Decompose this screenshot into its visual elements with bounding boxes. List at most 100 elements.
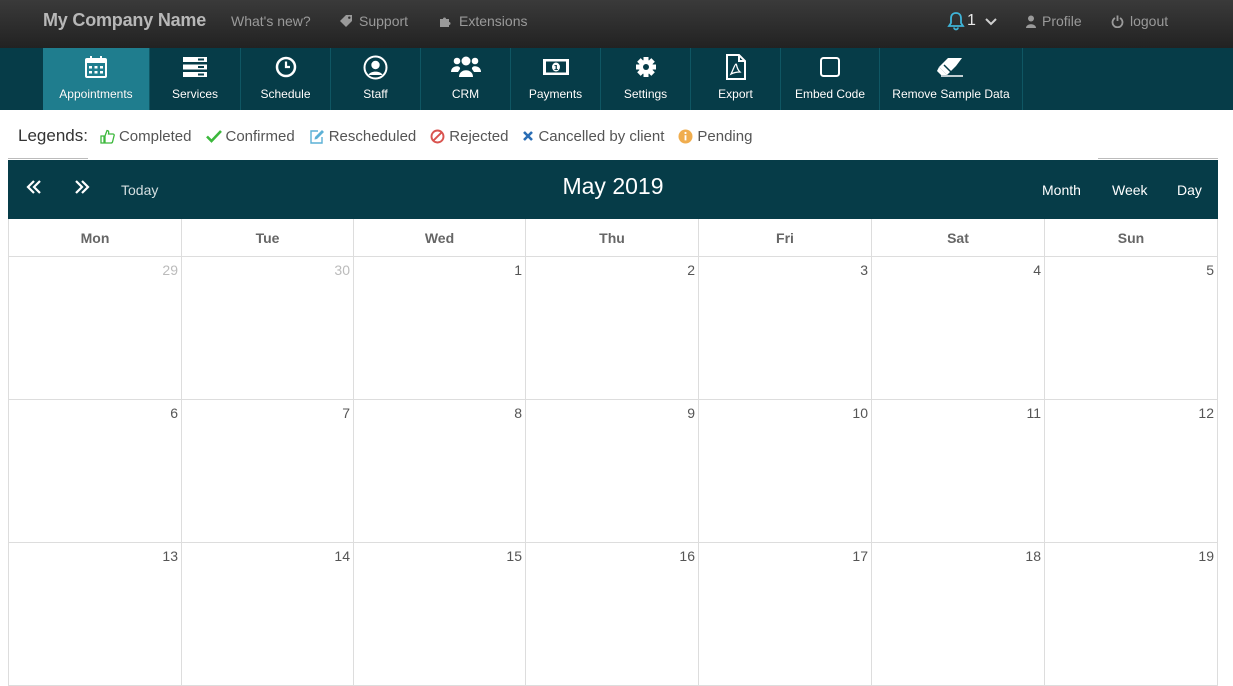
day-cell[interactable]: 11 [872, 400, 1045, 542]
day-cell[interactable]: 12 [1045, 400, 1218, 542]
whats-new-link[interactable]: What's new? [231, 13, 311, 29]
money-icon: 1 [542, 59, 569, 75]
nav-services[interactable]: Services [150, 48, 241, 110]
day-cell[interactable]: 13 [9, 543, 182, 685]
nav-schedule[interactable]: Schedule [241, 48, 331, 110]
view-month-button[interactable]: Month [1042, 182, 1081, 198]
weekday-header-sun: Sun [1045, 219, 1218, 256]
nav-schedule-label: Schedule [260, 87, 311, 101]
day-number[interactable]: 9 [687, 405, 695, 421]
day-number[interactable]: 30 [334, 262, 350, 278]
day-cell[interactable]: 10 [699, 400, 872, 542]
profile-link[interactable]: Profile [1026, 13, 1082, 29]
nav-remove-sample-data[interactable]: Remove Sample Data [880, 48, 1023, 110]
nav-appointments[interactable]: Appointments [43, 48, 150, 110]
day-cell[interactable]: 5 [1045, 257, 1218, 399]
day-cell[interactable]: 3 [699, 257, 872, 399]
day-cell[interactable]: 6 [9, 400, 182, 542]
legend-rescheduled: Rescheduled [309, 128, 416, 145]
nav-services-label: Services [171, 87, 218, 101]
day-number[interactable]: 1 [514, 262, 522, 278]
day-number[interactable]: 8 [514, 405, 522, 421]
legend-cancelled-by-client: Cancelled by client [522, 128, 664, 145]
day-number[interactable]: 2 [687, 262, 695, 278]
nav-staff-label: Staff [363, 87, 388, 101]
notifications-dropdown[interactable]: 1 [947, 11, 998, 31]
clock-icon [275, 56, 296, 78]
nav-appointments-label: Appointments [59, 87, 133, 101]
nav-staff[interactable]: Staff [331, 48, 421, 110]
day-number[interactable]: 29 [162, 262, 178, 278]
calendar-icon [85, 56, 107, 78]
day-number[interactable]: 16 [679, 548, 695, 564]
day-cell[interactable]: 16 [526, 543, 699, 685]
svg-text:1: 1 [553, 64, 558, 72]
day-number[interactable]: 17 [852, 548, 868, 564]
company-name[interactable]: My Company Name [43, 10, 206, 31]
day-number[interactable]: 5 [1206, 262, 1214, 278]
logout-link[interactable]: logout [1111, 13, 1168, 29]
top-bar: My Company Name What's new? Support Exte… [0, 0, 1233, 48]
day-cell[interactable]: 15 [354, 543, 526, 685]
user-circle-icon [363, 55, 388, 79]
day-cell[interactable]: 2 [526, 257, 699, 399]
nav-export[interactable]: Export [691, 48, 781, 110]
nav-payments[interactable]: 1 Payments [511, 48, 601, 110]
weekday-header-mon: Mon [9, 219, 182, 256]
day-number[interactable]: 6 [170, 405, 178, 421]
day-number[interactable]: 14 [334, 548, 350, 564]
prev-month-button[interactable] [26, 179, 42, 200]
day-cell[interactable]: 14 [182, 543, 354, 685]
day-cell[interactable]: 29 [9, 257, 182, 399]
day-cell[interactable]: 1 [354, 257, 526, 399]
view-day-button[interactable]: Day [1177, 182, 1202, 198]
day-number[interactable]: 11 [1026, 405, 1041, 421]
day-cell[interactable]: 18 [872, 543, 1045, 685]
nav-remove-sample-data-label: Remove Sample Data [892, 87, 1010, 101]
calendar-header: Today May 2019 Month Week Day [8, 160, 1218, 219]
day-number[interactable]: 10 [852, 405, 868, 421]
support-link[interactable]: Support [339, 13, 408, 29]
day-cell[interactable]: 8 [354, 400, 526, 542]
next-month-button[interactable] [74, 179, 90, 200]
day-cell[interactable]: 17 [699, 543, 872, 685]
day-number[interactable]: 4 [1033, 262, 1041, 278]
legend-confirmed-label: Confirmed [225, 127, 295, 145]
eraser-icon [937, 58, 963, 77]
view-week-button[interactable]: Week [1112, 182, 1148, 198]
extensions-link[interactable]: Extensions [439, 13, 527, 29]
day-cell[interactable]: 9 [526, 400, 699, 542]
day-number[interactable]: 12 [1198, 405, 1214, 421]
calendar-title: May 2019 [562, 173, 664, 199]
day-number[interactable]: 13 [162, 548, 178, 564]
day-number[interactable]: 15 [506, 548, 522, 564]
extensions-label: Extensions [459, 13, 528, 29]
pdf-file-icon [725, 54, 746, 80]
day-cell[interactable]: 30 [182, 257, 354, 399]
day-cell[interactable]: 7 [182, 400, 354, 542]
chevron-down-icon [985, 18, 997, 26]
notifications-count: 1 [967, 12, 976, 29]
day-number[interactable]: 7 [342, 405, 350, 421]
week-row: 13 14 15 16 17 18 19 [9, 543, 1218, 686]
day-cell[interactable]: 4 [872, 257, 1045, 399]
profile-label: Profile [1042, 13, 1082, 29]
tag-icon [340, 15, 352, 27]
day-cell[interactable]: 19 [1045, 543, 1218, 685]
today-button[interactable]: Today [121, 182, 158, 198]
double-chevron-right-icon [75, 180, 90, 194]
nav-settings[interactable]: Settings [601, 48, 691, 110]
user-icon [1026, 15, 1036, 28]
nav-crm[interactable]: CRM [421, 48, 511, 110]
legend-pending-label: Pending [697, 127, 753, 145]
day-number[interactable]: 19 [1198, 548, 1214, 564]
nav-embed-code[interactable]: Embed Code [781, 48, 880, 110]
thumbs-up-icon [100, 129, 115, 144]
square-icon [820, 57, 840, 77]
power-icon [1111, 15, 1124, 28]
day-number[interactable]: 18 [1025, 548, 1041, 564]
legend-confirmed: Confirmed [205, 127, 295, 145]
main-toolbar: Appointments Services Schedule Staff CRM… [0, 48, 1233, 110]
day-number[interactable]: 3 [860, 262, 868, 278]
check-icon [205, 130, 222, 143]
